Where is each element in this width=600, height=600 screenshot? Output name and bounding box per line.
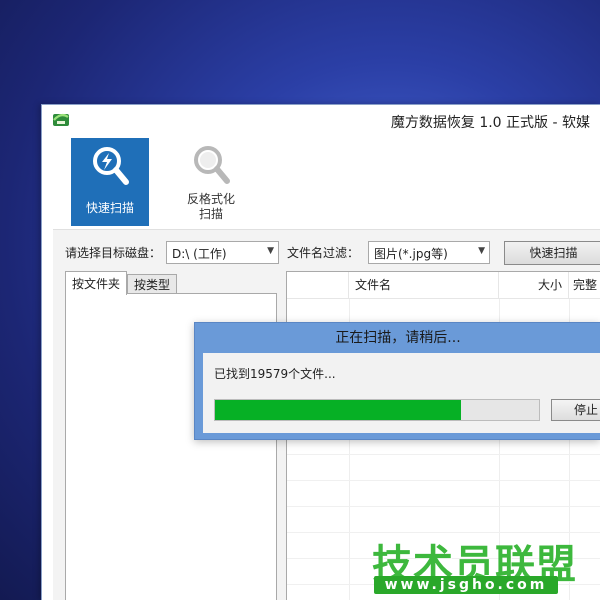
chevron-down-icon: ▼ xyxy=(267,246,274,256)
unformat-label-line2: 扫描 xyxy=(198,207,223,221)
scan-progress-fill xyxy=(215,400,462,420)
column-header-integrity[interactable]: 完整 xyxy=(569,272,600,299)
tab-by-type[interactable]: 按类型 xyxy=(127,274,178,293)
grid-row-line xyxy=(287,480,600,481)
stop-button[interactable]: 停止 xyxy=(551,399,600,421)
column-header-filename[interactable]: 文件名 xyxy=(349,272,499,299)
tab-by-folder[interactable]: 按文件夹 xyxy=(65,271,128,295)
quick-scan-tool-label: 快速扫描 xyxy=(85,201,134,215)
toolbar: 快速扫描 反格式化 扫描 xyxy=(42,137,600,229)
column-header-size[interactable]: 大小 xyxy=(499,272,569,299)
disk-select[interactable]: D:\ (工作) ▼ xyxy=(166,241,279,264)
window-title: 魔方数据恢复 1.0 正式版 - 软媒 xyxy=(390,115,590,131)
magnifier-lightning-icon xyxy=(93,147,129,185)
scan-progress-dialog: 正在扫描，请稍后... 已找到19579个文件... 停止 xyxy=(194,322,600,440)
dialog-body: 已找到19579个文件... 停止 xyxy=(203,353,600,433)
column-header-select[interactable] xyxy=(287,272,349,299)
scan-progress-bar xyxy=(214,399,540,421)
unformat-label-line1: 反格式化 xyxy=(186,192,235,206)
quick-scan-tool-button[interactable]: 快速扫描 xyxy=(71,138,149,226)
found-files-text: 已找到19579个文件... xyxy=(214,367,336,381)
watermark-url: www.jsgho.com xyxy=(374,576,558,594)
site-watermark: 技术员联盟 www.jsgho.com xyxy=(372,532,576,596)
unformat-scan-tool-button[interactable]: 反格式化 扫描 xyxy=(172,138,250,226)
filter-select-value: 图片(*.jpg等) xyxy=(374,247,448,261)
disk-select-value: D:\ (工作) xyxy=(172,247,227,261)
dialog-title: 正在扫描，请稍后... xyxy=(335,330,461,346)
title-bar[interactable]: 魔方数据恢复 1.0 正式版 - 软媒 xyxy=(42,105,600,137)
magnifier-icon xyxy=(194,146,230,184)
filter-label: 文件名过滤： xyxy=(287,246,360,260)
file-list-header: 文件名 大小 完整 xyxy=(287,272,600,299)
grid-row-line xyxy=(287,454,600,455)
quick-scan-button[interactable]: 快速扫描 xyxy=(504,241,600,265)
disk-label: 请选择目标磁盘： xyxy=(65,246,162,260)
app-logo-icon xyxy=(53,113,69,126)
grid-row-line xyxy=(287,506,600,507)
chevron-down-icon: ▼ xyxy=(478,246,485,256)
unformat-scan-tool-label: 反格式化 扫描 xyxy=(172,192,250,222)
filter-select[interactable]: 图片(*.jpg等) ▼ xyxy=(368,241,490,264)
